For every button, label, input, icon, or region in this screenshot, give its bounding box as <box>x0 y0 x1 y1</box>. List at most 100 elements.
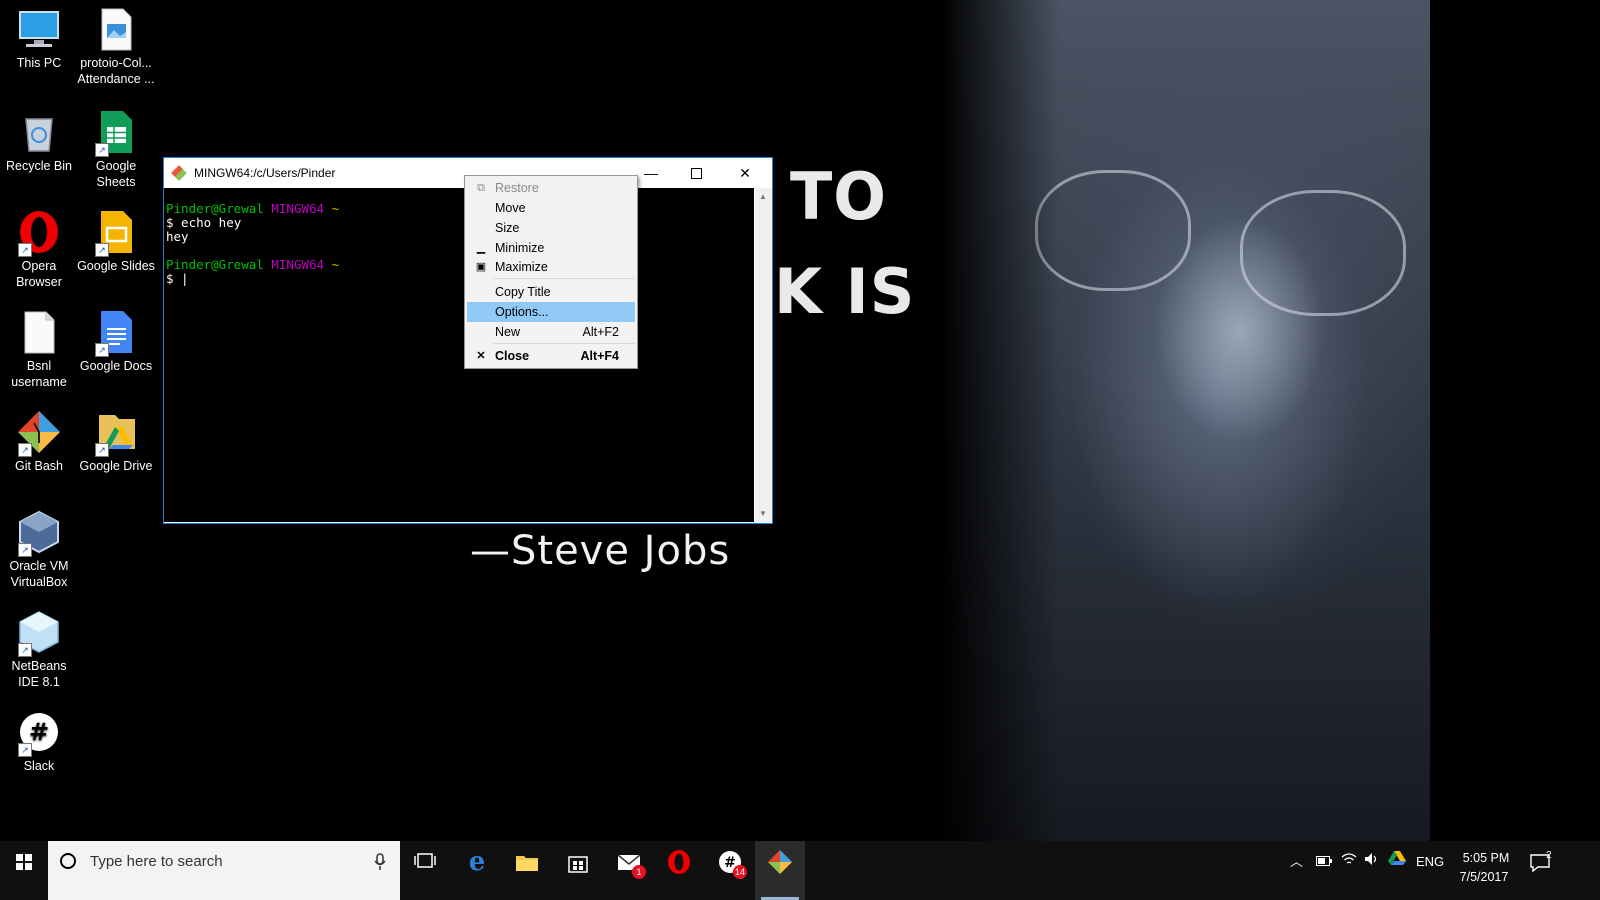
taskbar-slack[interactable]: # 14 <box>705 841 755 900</box>
scroll-up-icon[interactable]: ▲ <box>759 192 767 201</box>
windows-logo-icon <box>16 854 32 870</box>
quote-fragment: K IS <box>774 255 916 328</box>
taskbar-store[interactable] <box>553 841 603 900</box>
volume-icon[interactable] <box>1364 841 1380 883</box>
svg-text:#: # <box>29 718 49 746</box>
quote-author: —Steve Jobs <box>470 528 731 574</box>
vertical-scrollbar[interactable]: ▲ ▼ <box>755 188 772 522</box>
menu-item-size[interactable]: Size <box>467 218 635 238</box>
google-docs-icon: ↗ <box>93 309 139 357</box>
image-file-icon <box>93 6 139 52</box>
desktop-icon-label: This PC <box>16 56 62 70</box>
desktop-icon-google-docs[interactable]: ↗ Google Docs <box>77 303 155 374</box>
recycle-bin-icon <box>16 109 62 155</box>
taskbar-task-view[interactable] <box>400 841 450 900</box>
desktop-icon-label: NetBeans IDE 8.1 <box>11 659 67 689</box>
shortcut-arrow-icon: ↗ <box>95 343 109 357</box>
prompt-user: Pinder@Grewal <box>166 201 264 216</box>
show-hidden-icons-button[interactable]: ︿ <box>1290 841 1303 883</box>
clock-time[interactable]: 5:05 PM <box>1456 851 1516 865</box>
glasses-right-lens <box>1240 190 1406 316</box>
terminal-output[interactable]: Pinder@Grewal MINGW64 ~ $ echo hey hey P… <box>164 188 754 522</box>
action-center-button[interactable]: 2 <box>1520 841 1560 883</box>
menu-item-options[interactable]: Options... <box>467 302 635 322</box>
desktop-icon-label: Oracle VM VirtualBox <box>9 559 69 589</box>
notification-count: 2 <box>1546 850 1552 861</box>
menu-item-move[interactable]: Move <box>467 198 635 218</box>
scroll-down-icon[interactable]: ▼ <box>759 509 767 518</box>
desktop-icon-label: Slack <box>23 759 55 773</box>
desktop-icon-bsnl-username[interactable]: Bsnl username <box>0 303 78 390</box>
desktop-icon-opera[interactable]: ↗ Opera Browser <box>0 203 78 290</box>
prompt-env: MINGW64 <box>271 257 325 272</box>
google-slides-icon: ↗ <box>93 209 139 257</box>
terminal-prompt-line: Pinder@Grewal MINGW64 ~ <box>166 258 754 272</box>
slack-icon: # ↗ <box>16 709 62 757</box>
menu-item-new[interactable]: New Alt+F2 <box>467 322 635 342</box>
close-button[interactable]: ✕ <box>722 158 768 188</box>
terminal-command: $ echo hey <box>166 215 242 230</box>
menu-item-restore[interactable]: ⧉ Restore <box>467 178 635 198</box>
microphone-icon[interactable] <box>374 853 386 871</box>
window-title: MINGW64:/c/Users/Pinder <box>194 166 336 180</box>
maximize-button[interactable] <box>674 158 720 188</box>
google-drive-tray-icon[interactable] <box>1388 841 1406 883</box>
slack-badge: 14 <box>733 865 747 879</box>
menu-item-minimize[interactable]: ▁ Minimize <box>467 238 635 258</box>
cortana-icon <box>60 853 76 869</box>
taskbar-search-box[interactable]: Type here to search <box>48 841 400 900</box>
prompt-env: MINGW64 <box>271 201 325 216</box>
window-system-menu: ⧉ Restore Move Size ▁ Minimize ▣ Maximiz… <box>464 175 638 369</box>
google-sheets-icon: ↗ <box>93 109 139 157</box>
desktop-icon-google-sheets[interactable]: ↗ Google Sheets <box>77 103 155 190</box>
taskbar-file-explorer[interactable] <box>502 841 552 900</box>
desktop-icon-netbeans[interactable]: ↗ NetBeans IDE 8.1 <box>0 603 78 690</box>
taskbar: Type here to search e 1 # 14 ︿ ENG 5:05 … <box>0 841 1600 900</box>
chevron-up-icon: ︿ <box>1290 854 1304 869</box>
menu-item-maximize[interactable]: ▣ Maximize <box>467 257 635 277</box>
computer-icon <box>16 6 62 52</box>
terminal-prompt-line: Pinder@Grewal MINGW64 ~ <box>166 202 754 216</box>
input-language[interactable]: ENG <box>1416 841 1444 883</box>
maximize-icon: ▣ <box>475 261 487 273</box>
prompt-user: Pinder@Grewal <box>166 257 264 272</box>
clock-date[interactable]: 7/5/2017 <box>1452 870 1516 884</box>
close-icon: ✕ <box>739 165 751 181</box>
menu-item-copy-title[interactable]: Copy Title <box>467 282 635 302</box>
desktop-icon-virtualbox[interactable]: ↗ Oracle VM VirtualBox <box>0 503 78 590</box>
taskbar-edge[interactable]: e <box>452 841 502 900</box>
desktop-icon-label: Bsnl username <box>11 359 67 389</box>
desktop-icon-google-slides[interactable]: ↗ Google Slides <box>77 203 155 274</box>
maximize-icon <box>691 168 702 180</box>
git-bash-icon[interactable] <box>171 165 187 181</box>
prompt-dir: ~ <box>331 257 340 272</box>
portrait-shadow <box>940 0 1060 858</box>
folder-icon <box>516 856 538 871</box>
desktop-icon-protoio-attendance[interactable]: protoio-Col... Attendance ... <box>77 0 155 87</box>
desktop-icon-git-bash[interactable]: ↗ Git Bash <box>0 403 78 474</box>
desktop-icon-recycle-bin[interactable]: Recycle Bin <box>0 103 78 174</box>
menu-item-close[interactable]: ✕ Close Alt+F4 <box>467 346 635 366</box>
menu-separator <box>493 278 635 279</box>
terminal-output-line: hey <box>166 229 189 244</box>
battery-icon[interactable] <box>1316 841 1332 883</box>
minimize-icon: — <box>644 165 658 181</box>
desktop-icon-this-pc[interactable]: This PC <box>0 0 78 71</box>
shortcut-arrow-icon: ↗ <box>18 443 32 457</box>
taskbar-git-bash[interactable] <box>755 841 805 900</box>
start-button[interactable] <box>0 841 48 900</box>
menu-separator <box>493 343 635 344</box>
netbeans-icon: ↗ <box>16 609 62 657</box>
git-bash-icon <box>768 850 792 874</box>
wifi-icon[interactable] <box>1341 841 1357 883</box>
terminal-input-line[interactable]: $ | <box>166 272 754 286</box>
taskbar-opera[interactable] <box>654 841 704 900</box>
desktop-icon-google-drive[interactable]: ↗ Google Drive <box>77 403 155 474</box>
search-placeholder: Type here to search <box>90 853 223 870</box>
store-icon <box>568 856 588 873</box>
restore-icon: ⧉ <box>477 182 485 194</box>
shortcut-arrow-icon: ↗ <box>95 143 109 157</box>
desktop-icon-slack[interactable]: # ↗ Slack <box>0 703 78 774</box>
taskbar-mail[interactable]: 1 <box>604 841 654 900</box>
google-drive-icon: ↗ <box>93 409 139 457</box>
